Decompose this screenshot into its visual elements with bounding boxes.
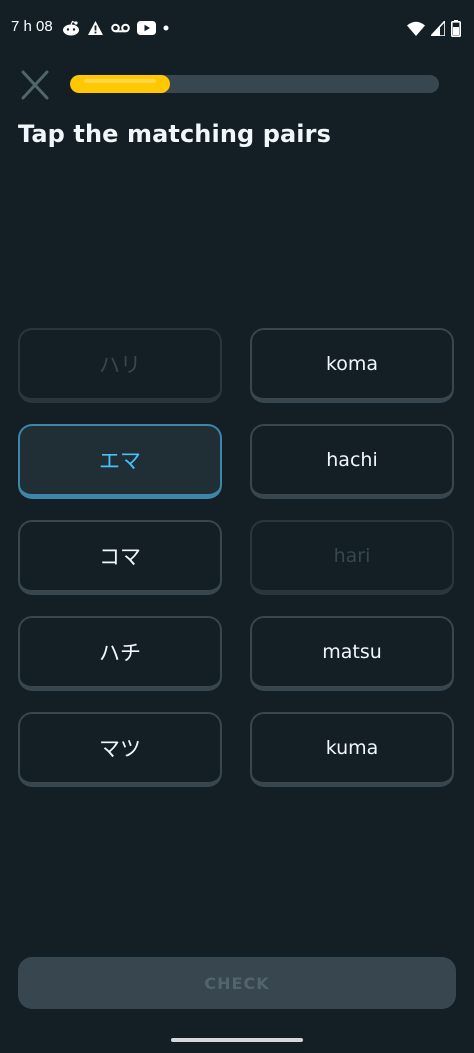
tile-right-1[interactable]: koma	[250, 328, 454, 403]
pair-row-5: マツ kuma	[17, 712, 457, 791]
battery-icon	[451, 19, 461, 37]
dot-icon	[163, 25, 169, 31]
signal-icon	[431, 20, 445, 36]
tile-left-3[interactable]: コマ	[18, 520, 222, 595]
status-system-icons	[407, 19, 461, 37]
check-button[interactable]: CHECK	[18, 957, 456, 1009]
voicemail-icon	[111, 22, 130, 34]
progress-bar	[70, 75, 439, 93]
page-title: Tap the matching pairs	[18, 120, 331, 148]
tile-right-4[interactable]: matsu	[250, 616, 454, 691]
tile-left-1[interactable]: ハリ	[18, 328, 222, 403]
tile-left-2[interactable]: エマ	[18, 424, 222, 499]
pair-row-3: コマ hari	[17, 520, 457, 599]
status-notification-icons	[62, 19, 169, 37]
home-indicator[interactable]	[171, 1038, 303, 1042]
status-bar: 7 h 08	[0, 0, 474, 56]
matching-pairs-grid: ハリ koma エマ hachi コマ hari ハチ matsu マツ kum…	[17, 328, 457, 808]
tile-left-5[interactable]: マツ	[18, 712, 222, 787]
tile-right-3[interactable]: hari	[250, 520, 454, 595]
reddit-icon	[62, 20, 80, 36]
wifi-icon	[407, 21, 425, 36]
tile-right-2[interactable]: hachi	[250, 424, 454, 499]
youtube-icon	[137, 21, 156, 35]
tile-right-5[interactable]: kuma	[250, 712, 454, 787]
pair-row-1: ハリ koma	[17, 328, 457, 407]
pair-row-4: ハチ matsu	[17, 616, 457, 695]
close-icon	[18, 70, 52, 106]
warning-icon	[87, 20, 104, 36]
progress-shine	[84, 79, 156, 83]
pair-row-2: エマ hachi	[17, 424, 457, 503]
close-button[interactable]	[18, 68, 52, 102]
progress-fill	[70, 75, 170, 93]
tile-left-4[interactable]: ハチ	[18, 616, 222, 691]
status-time: 7 h 08	[11, 18, 53, 35]
